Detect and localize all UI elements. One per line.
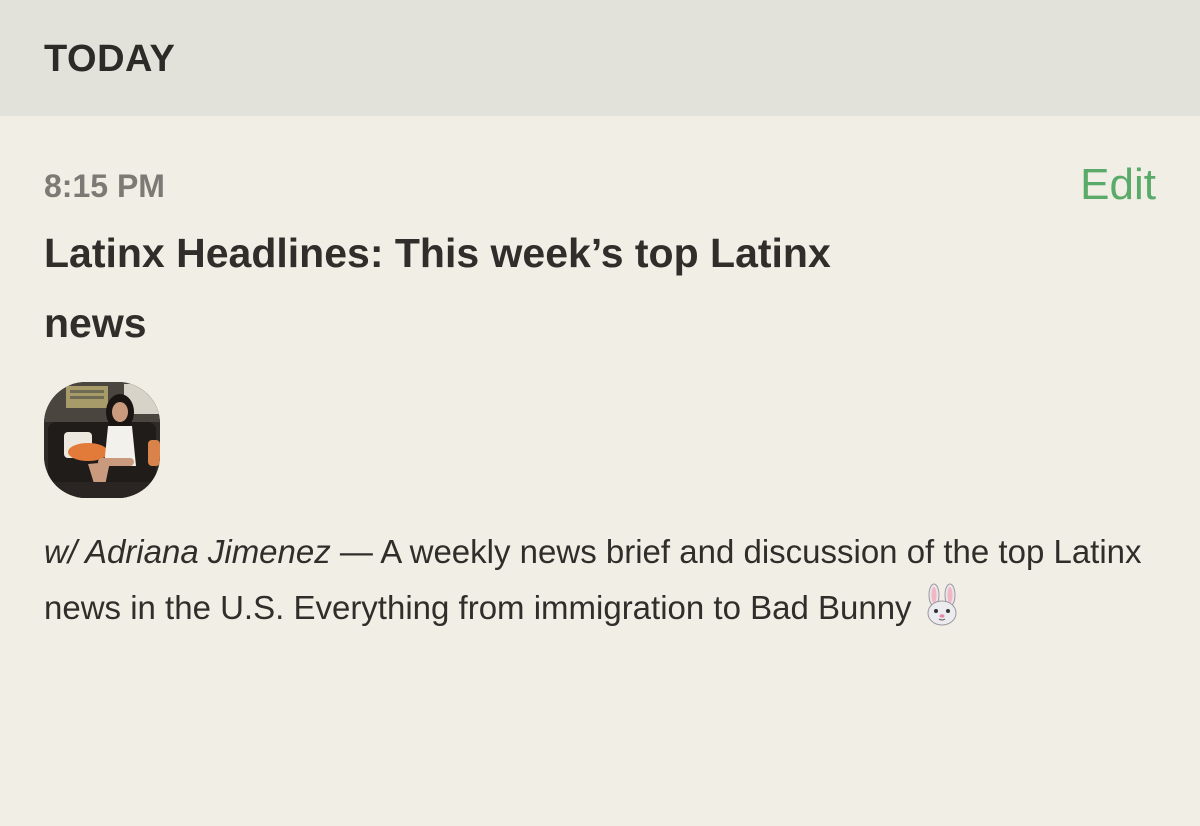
event-description: w/ Adriana Jimenez — A weekly news brief… [44, 524, 1164, 636]
section-title: TODAY [44, 38, 176, 80]
host-name: w/ Adriana Jimenez [44, 533, 331, 570]
event-card[interactable]: 8:15 PM Edit Latinx Headlines: This week… [0, 116, 1200, 826]
event-time: 8:15 PM [44, 168, 165, 204]
section-header: TODAY [0, 0, 1200, 116]
event-title: Latinx Headlines: This week’s top Latinx… [44, 230, 831, 346]
host-avatar[interactable] [44, 382, 160, 498]
edit-button[interactable]: Edit [1080, 160, 1156, 210]
rabbit-face-icon [920, 583, 964, 627]
avatar-photo [44, 382, 160, 498]
